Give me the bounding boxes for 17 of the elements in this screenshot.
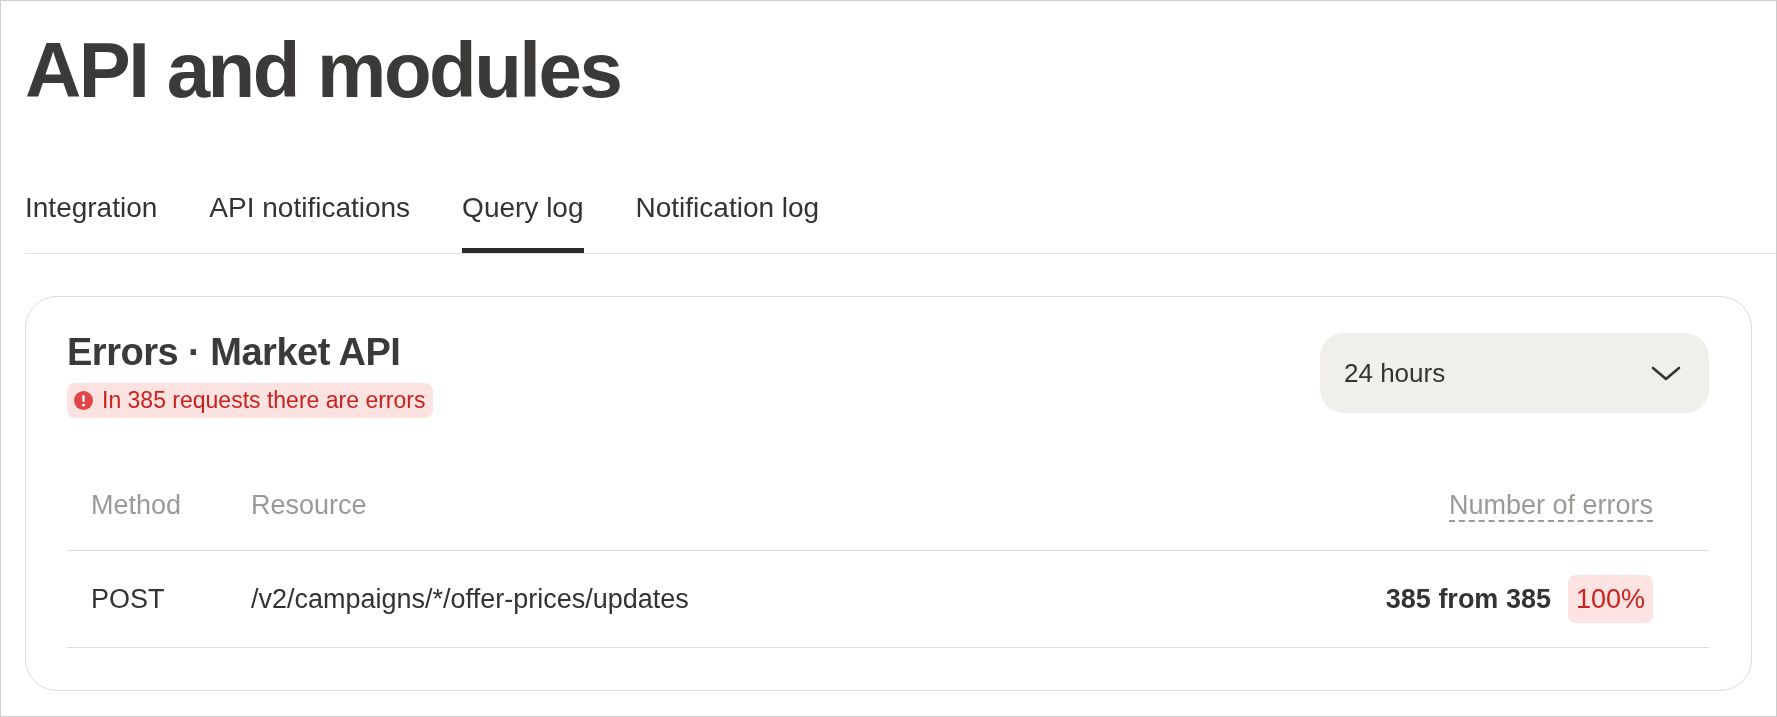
tab[interactable]: Integration [25, 172, 158, 253]
alert-icon [74, 391, 93, 410]
error-rate-badge: 100% [1567, 575, 1653, 623]
tab[interactable]: API notifications [209, 172, 411, 253]
column-header: Resource [251, 490, 367, 520]
tab[interactable]: Notification log [635, 172, 820, 253]
chevron-down-icon [1651, 365, 1681, 381]
tab[interactable]: Query log [462, 172, 584, 253]
alert-text: In 385 requests there are errors [102, 387, 426, 414]
column-header: Number of errors [1448, 490, 1653, 522]
table-cell: /v2/campaigns/*/offer-prices/updates [251, 584, 689, 614]
error-count: 385 from 385 [1385, 583, 1551, 616]
column-header: Method [91, 490, 182, 520]
page-title: API and modules [25, 31, 621, 109]
table-cell: POST [91, 584, 165, 614]
period-dropdown[interactable]: 24 hours [1320, 333, 1709, 413]
card-title: Errors · Market API [67, 330, 401, 374]
